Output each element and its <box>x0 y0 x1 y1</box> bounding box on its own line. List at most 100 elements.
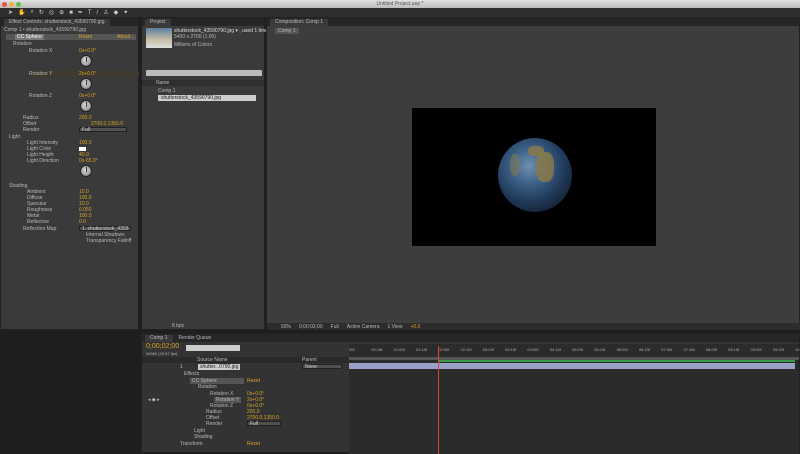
resolution-dropdown[interactable]: Full <box>331 324 339 330</box>
light-direction-dial[interactable] <box>80 165 92 177</box>
ruler-tick: 07:15f <box>683 347 695 352</box>
ruler-tick: 01:15f <box>415 347 428 352</box>
ruler-tick: 00f <box>349 347 355 352</box>
mask-tool-icon[interactable]: ■ <box>69 10 73 16</box>
name-column-header[interactable]: Name <box>142 80 264 86</box>
ruler-tick: 10:0 <box>795 347 800 352</box>
ruler-tick: 05:15f <box>594 347 606 352</box>
ruler-tick: 03:00f <box>482 347 494 352</box>
tab-composition[interactable]: Composition: Comp 1 <box>270 18 329 26</box>
render-dropdown-tl[interactable]: Full <box>247 421 281 427</box>
rotation-x-value[interactable]: 0x+0.0° <box>79 48 96 54</box>
magnification-dropdown[interactable]: 50% <box>281 324 291 330</box>
time-ruler[interactable]: 00f 00:15f 01:00f 01:15f 02:00f 02:15f 03:00f 0… <box>349 347 800 354</box>
timeline-search-input[interactable] <box>186 345 240 351</box>
reflective-value[interactable]: 0.0 <box>79 219 86 225</box>
pan-behind-icon[interactable]: ⊕ <box>59 9 64 16</box>
pen-tool-icon[interactable]: ✒ <box>78 9 83 16</box>
reflective-label: Reflective <box>27 219 49 225</box>
file-dims: 5400 x 2700 (1.00) <box>174 34 216 40</box>
time-graph[interactable]: 00f 00:15f 01:00f 01:15f 02:00f 02:15f 03:00f 0… <box>349 344 800 454</box>
ruler-tick: 02:15f <box>460 347 472 352</box>
project-item-comp[interactable]: Comp 1 <box>158 88 176 94</box>
rotate-tool-icon[interactable]: ↻ <box>39 9 44 16</box>
radius-value[interactable]: 200.0 <box>79 115 92 121</box>
reflection-map-dropdown[interactable]: 1. shutterstock_4359 <box>79 226 131 232</box>
brush-tool-icon[interactable]: / <box>97 10 99 16</box>
hand-tool-icon[interactable]: ✋ <box>18 9 25 16</box>
bpc-button[interactable]: 8 bpc <box>172 323 184 329</box>
rotation-x-dial[interactable] <box>80 55 92 67</box>
text-tool-icon[interactable]: T <box>88 10 92 16</box>
ruler-tick: 09:15f <box>772 347 784 352</box>
puppet-tool-icon[interactable]: ✦ <box>123 9 128 16</box>
ruler-tick: 01:00f <box>393 347 405 352</box>
rotation-group-tl[interactable]: Rotation <box>198 384 217 390</box>
title-bar: Untitled Project.aep * <box>0 0 800 8</box>
ruler-tick: 02:00f <box>438 347 450 352</box>
rotation-y-label: Rotation Y <box>29 71 53 77</box>
layer-number: 1 <box>180 364 183 370</box>
minimize-icon[interactable] <box>9 1 14 7</box>
layer-name[interactable]: shutter...0790.jpg <box>198 364 241 370</box>
transform-group[interactable]: Transform <box>180 441 203 447</box>
timeline-timecode[interactable]: 0;00;02;00 <box>146 343 179 351</box>
window-title: Untitled Project.aep * <box>376 1 424 7</box>
light-group[interactable]: Light <box>9 134 20 140</box>
project-search-input[interactable] <box>146 70 262 76</box>
effect-reset[interactable]: Reset <box>247 378 260 384</box>
rotation-group[interactable]: Rotation <box>13 41 32 47</box>
transparency-falloff-checkbox[interactable]: Transparency Falloff <box>86 238 131 244</box>
ruler-tick: 09:00f <box>750 347 762 352</box>
rotation-z-label: Rotation Z <box>29 93 53 99</box>
render-dropdown[interactable]: Full <box>79 127 127 133</box>
rotation-y-dial[interactable] <box>80 78 92 90</box>
keyframe-nav[interactable]: ◂ ◆ ▸ <box>148 397 160 403</box>
rotation-z-dial[interactable] <box>80 100 92 112</box>
reset-link[interactable]: Reset <box>79 34 92 40</box>
clone-tool-icon[interactable]: ♙ <box>103 9 108 16</box>
about-link[interactable]: About... <box>117 34 134 40</box>
effect-name[interactable]: CC Sphere <box>15 34 44 40</box>
light-direction-value[interactable]: 0x-65.0° <box>79 158 98 164</box>
render-label: Render <box>23 127 40 133</box>
selection-tool-icon[interactable]: ➤ <box>8 9 13 16</box>
breadcrumb: Comp 1 • shutterstock_43590790.jpg <box>4 27 87 33</box>
shading-group-tl[interactable]: Shading <box>194 434 212 440</box>
light-intensity-value[interactable]: 100.0 <box>79 140 92 146</box>
ruler-tick: 04:00f <box>527 347 539 352</box>
tab-render-queue[interactable]: Render Queue <box>179 335 212 341</box>
parent-dropdown[interactable]: None <box>302 364 342 370</box>
views-dropdown[interactable]: 1 View <box>388 324 403 330</box>
tab-comp1[interactable]: Comp 1 <box>145 334 173 342</box>
layer-duration-bar[interactable] <box>349 363 795 369</box>
close-icon[interactable] <box>2 1 7 7</box>
ruler-tick: 08:00f <box>705 347 717 352</box>
exposure-value[interactable]: +0.0 <box>410 324 420 330</box>
source-name-header[interactable]: Source Name <box>197 357 228 363</box>
camera-tool-icon[interactable]: ◎ <box>49 9 54 16</box>
ruler-tick: 07:00f <box>661 347 673 352</box>
zoom-tool-icon[interactable]: ⌕ <box>31 9 34 16</box>
light-color-swatch[interactable] <box>79 147 86 151</box>
transform-reset[interactable]: Reset <box>247 441 260 447</box>
work-area-bar[interactable] <box>438 360 795 362</box>
shading-group[interactable]: Shading <box>9 183 27 189</box>
rotation-z-value[interactable]: 0x+0.0° <box>79 93 96 99</box>
parent-header[interactable]: Parent <box>302 357 317 363</box>
eraser-tool-icon[interactable]: ◆ <box>114 9 119 16</box>
reflection-map-label: Reflection Map <box>23 226 57 232</box>
thumbnail <box>146 28 172 48</box>
earth-sphere <box>498 138 572 212</box>
tab-project[interactable]: Project <box>145 18 171 26</box>
zoom-icon[interactable] <box>16 1 21 7</box>
effects-group[interactable]: Effects <box>184 371 199 377</box>
current-time[interactable]: 0;00;02;00 <box>299 324 323 330</box>
playhead[interactable] <box>438 346 440 454</box>
comp-subtab[interactable]: Comp 1 <box>275 28 299 34</box>
camera-dropdown[interactable]: Active Camera <box>347 324 380 330</box>
rotation-y-value[interactable]: 2x+0.0° <box>79 71 96 77</box>
tab-effect-controls[interactable]: Effect Controls: shutterstock_43590790.j… <box>4 18 110 26</box>
project-item-footage[interactable]: shutterstock_43590790.jpg <box>158 95 256 101</box>
timeline-panel: Comp 1 Render Queue 0;00;02;00 00060 (29.… <box>141 333 800 454</box>
